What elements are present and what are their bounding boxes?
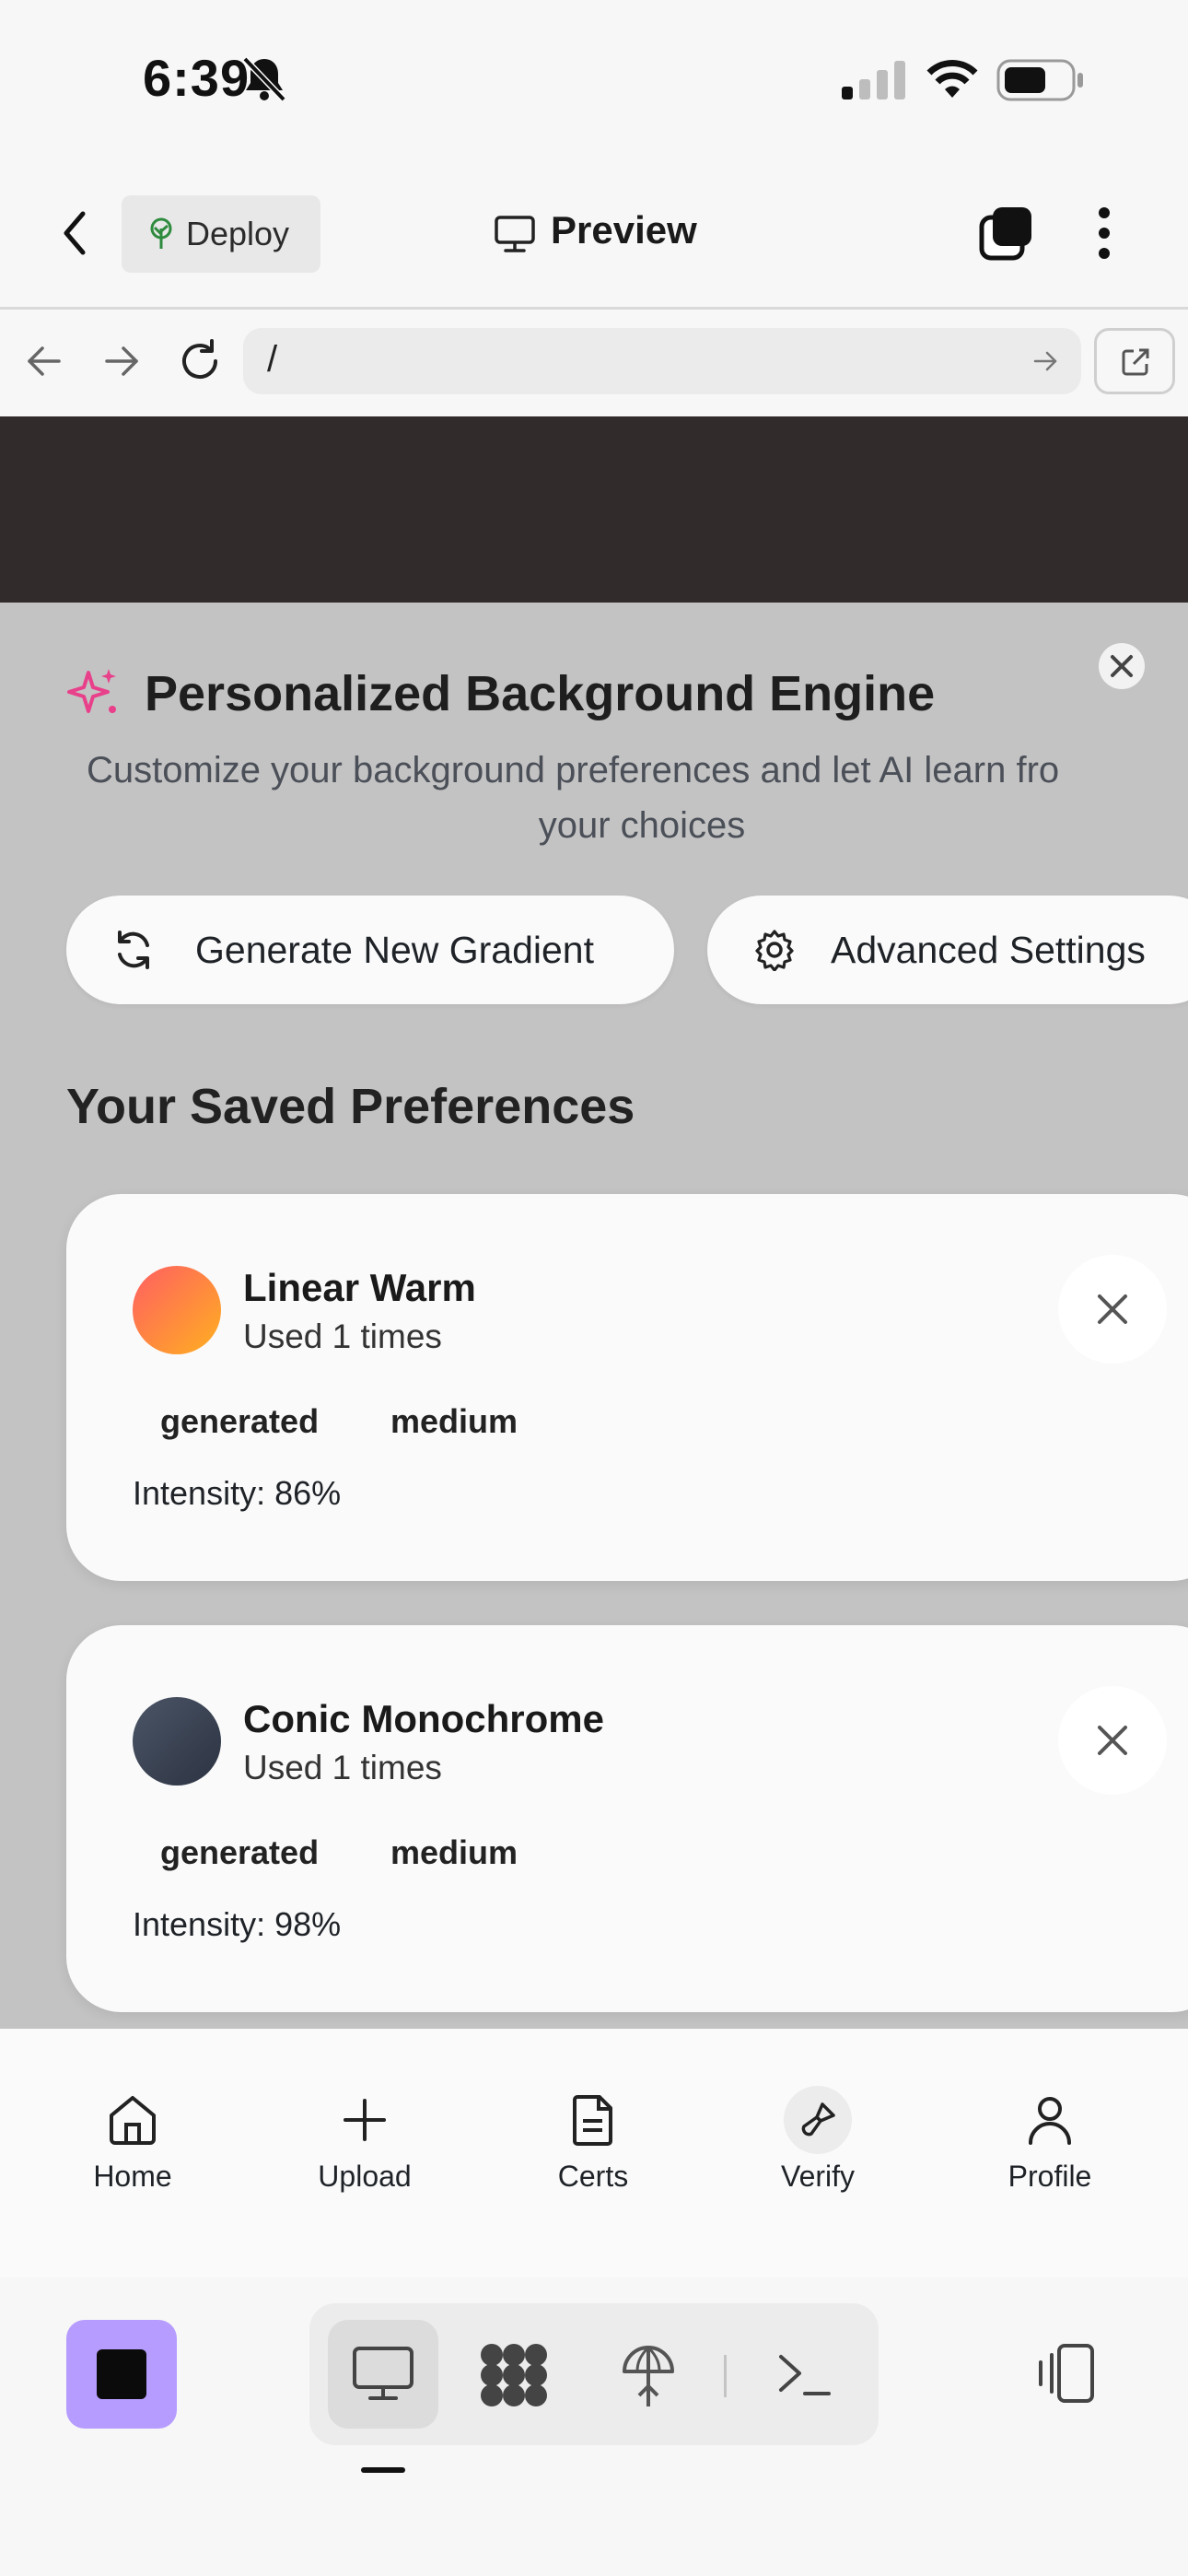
plus-icon <box>338 2093 391 2147</box>
external-link-icon <box>1120 346 1151 378</box>
active-indicator <box>361 2467 405 2473</box>
remove-preference-button[interactable] <box>1058 1686 1167 1795</box>
tag: medium <box>390 1402 518 1440</box>
generate-gradient-label: Generate New Gradient <box>195 928 595 971</box>
nav-home[interactable]: Home <box>50 2093 215 2194</box>
home-icon <box>106 2093 159 2147</box>
deploy-button[interactable]: Deploy <box>122 195 320 273</box>
page-title: Preview <box>551 208 697 252</box>
nav-certs-label: Certs <box>557 2160 629 2193</box>
desktop-view-button[interactable] <box>328 2320 438 2429</box>
bell-muted-icon <box>241 55 287 103</box>
back-icon[interactable] <box>61 210 88 256</box>
browser-back-icon[interactable] <box>26 345 63 378</box>
refresh-icon <box>112 929 155 971</box>
nav-verify-label: Verify <box>780 2160 856 2193</box>
tag: generated <box>160 1833 320 1871</box>
deploy-label: Deploy <box>186 215 290 252</box>
preference-card[interactable] <box>66 1625 1188 2012</box>
gradient-swatch <box>133 1266 221 1354</box>
tag: medium <box>390 1833 518 1871</box>
monitor-icon <box>352 2346 414 2403</box>
engine-title: Personalized Background Engine <box>145 666 936 721</box>
advanced-settings-button[interactable]: Advanced Settings <box>707 896 1188 1004</box>
nav-profile[interactable]: Profile <box>967 2093 1133 2194</box>
advanced-settings-label: Advanced Settings <box>831 928 1146 971</box>
go-arrow-icon[interactable] <box>1033 350 1059 372</box>
monitor-icon <box>494 215 536 253</box>
open-external-button[interactable] <box>1094 328 1175 394</box>
battery-icon <box>996 59 1085 101</box>
dock-divider <box>724 2355 727 2397</box>
nav-upload-label: Upload <box>318 2160 412 2193</box>
saved-preferences-heading: Your Saved Preferences <box>66 1079 635 1134</box>
nav-certs[interactable]: Certs <box>510 2093 676 2194</box>
preference-name: Conic Monochrome <box>243 1697 605 1740</box>
document-icon <box>566 2093 620 2147</box>
apps-grid-icon[interactable] <box>479 2342 549 2408</box>
reload-icon[interactable] <box>177 339 223 383</box>
stop-icon <box>97 2349 146 2399</box>
nav-verify[interactable]: Verify <box>735 2086 901 2194</box>
more-options-icon[interactable] <box>1096 206 1112 260</box>
browser-forward-icon[interactable] <box>103 345 140 378</box>
preference-usage: Used 1 times <box>243 1317 442 1355</box>
signal-icon <box>842 61 906 100</box>
preference-name: Linear Warm <box>243 1266 476 1309</box>
nav-home-label: Home <box>93 2160 172 2193</box>
preference-intensity: Intensity: 86% <box>133 1474 342 1512</box>
preference-card[interactable] <box>66 1194 1188 1581</box>
page-banner <box>0 416 1188 603</box>
preference-intensity: Intensity: 98% <box>133 1905 342 1943</box>
engine-subtitle: Customize your background preferences an… <box>55 743 1188 853</box>
deploy-tree-icon <box>147 217 175 251</box>
engine-subtitle-line1: Customize your background preferences an… <box>87 750 1060 790</box>
preference-usage: Used 1 times <box>243 1749 442 1786</box>
url-text: / <box>267 339 278 380</box>
brush-icon <box>784 2086 852 2154</box>
status-time: 6:39 <box>143 49 250 107</box>
app-stop-button[interactable] <box>66 2320 177 2429</box>
nav-upload[interactable]: Upload <box>282 2093 448 2194</box>
tabs-icon[interactable] <box>978 205 1035 262</box>
nav-profile-label: Profile <box>1007 2160 1092 2193</box>
remove-preference-button[interactable] <box>1058 1255 1167 1364</box>
settings-gear-icon <box>753 929 796 971</box>
engine-subtitle-line2: your choices <box>538 805 746 846</box>
url-field[interactable] <box>243 328 1081 394</box>
gradient-swatch <box>133 1697 221 1786</box>
tag: generated <box>160 1402 320 1440</box>
wifi-icon <box>925 59 980 100</box>
close-panel-button[interactable] <box>1099 643 1145 689</box>
user-icon <box>1023 2093 1077 2147</box>
terminal-icon[interactable] <box>777 2351 833 2399</box>
device-preview-icon[interactable] <box>1030 2342 1098 2406</box>
deploy-umbrella-icon[interactable] <box>621 2344 676 2410</box>
generate-gradient-button[interactable]: Generate New Gradient <box>66 896 674 1004</box>
sparkle-icon <box>64 665 122 722</box>
